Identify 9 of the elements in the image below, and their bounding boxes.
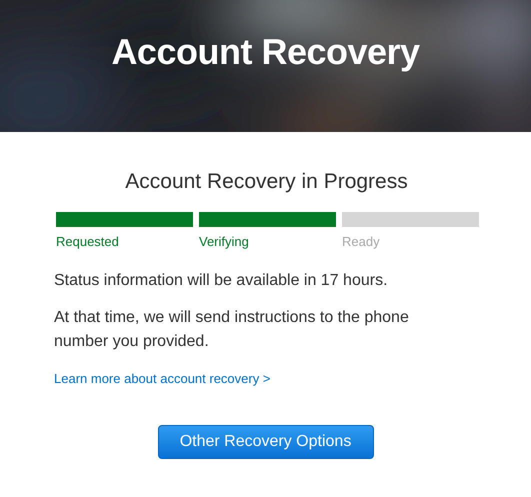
step-label: Ready: [342, 234, 380, 249]
status-text: At that time, we will send instructions to the phone number you provided.: [54, 308, 410, 352]
learn-more-link[interactable]: Learn more about account recovery >: [54, 371, 270, 386]
step-label: Verifying: [199, 234, 249, 249]
page-title: Account Recovery: [111, 31, 420, 73]
other-recovery-options-button[interactable]: Other Recovery Options: [158, 425, 374, 459]
step-label: Requested: [56, 234, 119, 249]
status-heading: Account Recovery in Progress: [124, 170, 409, 194]
status-text: Status information will be available in 17 hours.: [54, 271, 389, 291]
